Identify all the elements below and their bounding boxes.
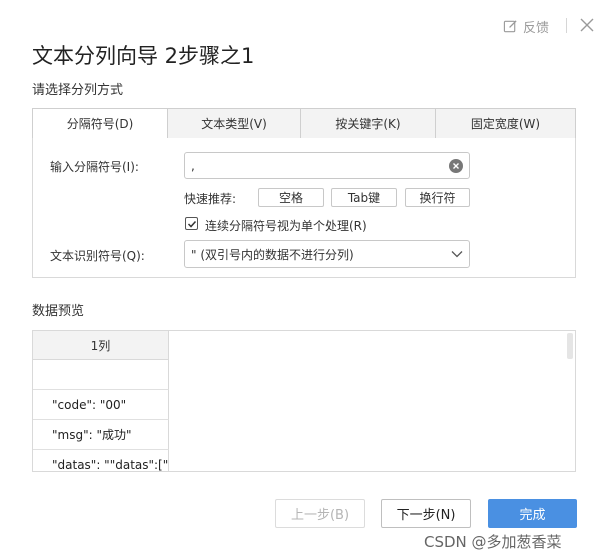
quick-tab-button[interactable]: Tab键 [331, 188, 397, 207]
preview-scrollbar[interactable] [567, 333, 573, 471]
delimiter-label: 输入分隔符号(I): [50, 160, 139, 174]
split-mode-tabs: 分隔符号(D) 文本类型(V) 按关键字(K) 固定宽度(W) [32, 108, 576, 139]
close-icon [580, 18, 594, 32]
dialog-title: 文本分列向导 2步骤之1 [32, 44, 255, 68]
scrollbar-thumb[interactable] [567, 333, 573, 359]
checkmark-icon [187, 220, 196, 228]
quick-recommend-label: 快速推荐: [184, 192, 237, 206]
consecutive-label: 连续分隔符号视为单个处理(R) [205, 219, 367, 233]
clear-icon [453, 162, 459, 169]
next-step-button[interactable]: 下一步(N) [381, 499, 471, 528]
header-divider [566, 18, 567, 33]
preview-cell: "datas": ""datas":[" [33, 450, 169, 471]
column-header[interactable]: 1列 [33, 331, 169, 360]
delimiter-input[interactable]: , [184, 152, 470, 179]
tab-text-type[interactable]: 文本类型(V) [168, 108, 301, 139]
data-preview-grid: 1列 "code": "00" "msg": "成功" "datas": ""d… [32, 330, 576, 472]
preview-cell: "code": "00" [33, 390, 169, 420]
tab-delimiter[interactable]: 分隔符号(D) [32, 108, 168, 139]
clear-button[interactable] [449, 158, 463, 173]
delimiter-value: , [191, 158, 195, 173]
prev-step-button[interactable]: 上一步(B) [275, 499, 365, 528]
preview-column: 1列 "code": "00" "msg": "成功" "datas": ""d… [33, 331, 169, 471]
preview-cell [33, 360, 169, 390]
qualifier-select[interactable]: " (双引号内的数据不进行分列) [184, 240, 470, 268]
close-button[interactable] [578, 16, 596, 34]
finish-button[interactable]: 完成 [488, 499, 577, 528]
edit-icon [503, 19, 517, 32]
chevron-down-icon [451, 251, 463, 258]
tab-fixed-width[interactable]: 固定宽度(W) [436, 108, 576, 139]
qualifier-label: 文本识别符号(Q): [50, 249, 145, 263]
feedback-link[interactable]: 反馈 [503, 16, 549, 36]
dialog-subtitle: 请选择分列方式 [32, 83, 124, 98]
watermark-text: CSDN @多加葱香菜 [424, 533, 562, 551]
feedback-label: 反馈 [523, 20, 550, 36]
quick-newline-button[interactable]: 换行符 [405, 188, 470, 207]
qualifier-value: " (双引号内的数据不进行分列) [191, 247, 354, 262]
quick-space-button[interactable]: 空格 [258, 188, 324, 207]
preview-title: 数据预览 [32, 304, 85, 319]
preview-cell: "msg": "成功" [33, 420, 169, 450]
tab-keyword[interactable]: 按关键字(K) [301, 108, 436, 139]
consecutive-checkbox[interactable] [185, 217, 198, 230]
